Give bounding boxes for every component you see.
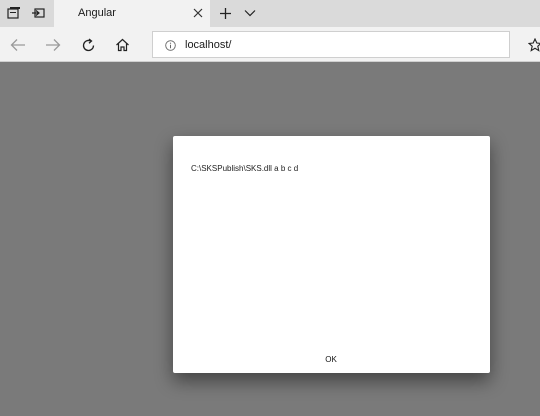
tab-strip: Angular — [0, 0, 540, 27]
alert-dialog: C:\SKSPublish\SKS.dll a b c d OK — [173, 136, 490, 373]
new-tab-icon[interactable] — [216, 4, 234, 22]
tab-actions-icon[interactable] — [5, 4, 23, 22]
ok-button[interactable]: OK — [311, 350, 351, 368]
address-bar[interactable]: localhost/ — [152, 31, 510, 58]
address-url: localhost/ — [185, 39, 232, 51]
set-tabs-aside-icon[interactable] — [29, 4, 47, 22]
browser-tab[interactable]: Angular — [54, 0, 210, 27]
dialog-message: C:\SKSPublish\SKS.dll a b c d — [191, 164, 299, 173]
home-icon[interactable] — [112, 35, 132, 55]
tab-title: Angular — [78, 7, 116, 19]
star-icon[interactable] — [528, 35, 540, 55]
refresh-icon[interactable] — [78, 35, 98, 55]
close-icon[interactable] — [190, 5, 206, 21]
chevron-down-icon[interactable] — [241, 4, 259, 22]
back-arrow-icon[interactable] — [8, 35, 28, 55]
forward-arrow-icon[interactable] — [43, 35, 63, 55]
info-icon[interactable] — [163, 38, 177, 52]
navigation-bar: localhost/ — [0, 27, 540, 62]
